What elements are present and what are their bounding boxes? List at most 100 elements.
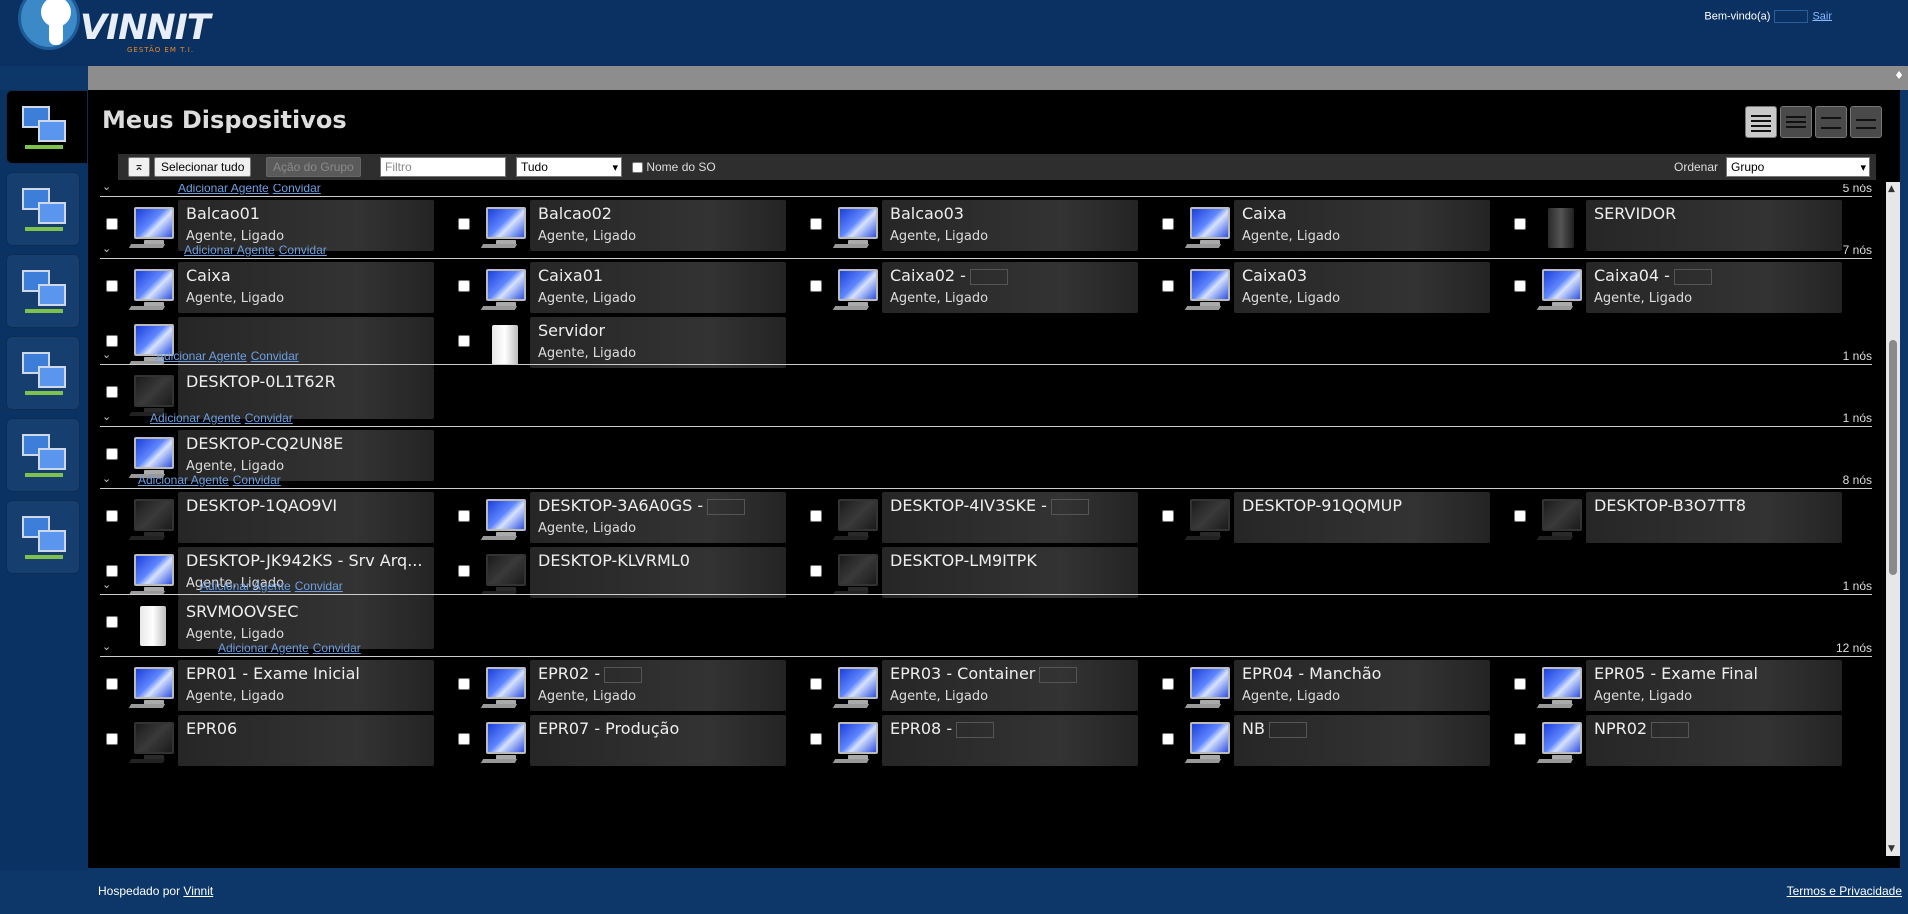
device-checkbox[interactable] [458, 510, 470, 522]
host-link[interactable]: Vinnit [183, 884, 213, 898]
type-select[interactable]: Tudo [516, 157, 622, 177]
invite-link[interactable]: Convidar [313, 641, 361, 655]
add-agent-link[interactable]: Adicionar Agente [200, 579, 291, 593]
device-name[interactable]: Servidor [538, 321, 605, 340]
device-checkbox[interactable] [458, 733, 470, 745]
chevron-down-icon[interactable]: ⌄ [102, 640, 111, 653]
device-checkbox[interactable] [810, 678, 822, 690]
device-card[interactable]: EPR04 - Manchão Agente, Ligado [1156, 660, 1496, 711]
device-card[interactable]: Caixa Agente, Ligado [100, 262, 440, 313]
device-card[interactable]: DESKTOP-91QQMUP [1156, 492, 1496, 543]
device-name[interactable]: Caixa [1242, 204, 1287, 223]
chevron-down-icon[interactable]: ⌄ [102, 472, 111, 485]
invite-link[interactable]: Convidar [295, 579, 343, 593]
sidebar-item-tasks[interactable] [6, 254, 80, 328]
add-agent-link[interactable]: Adicionar Agente [150, 411, 241, 425]
device-card[interactable]: Caixa04 - Agente, Ligado [1508, 262, 1848, 313]
sidebar-item-devices[interactable] [6, 90, 88, 164]
device-name[interactable]: EPR04 - Manchão [1242, 664, 1381, 683]
device-checkbox[interactable] [810, 510, 822, 522]
detail-list-view-icon[interactable] [1745, 106, 1777, 138]
scroll-up-icon[interactable]: ▲ [1888, 184, 1895, 194]
device-card[interactable]: DESKTOP-3A6A0GS - Agente, Ligado [452, 492, 792, 543]
device-card[interactable]: EPR03 - Container Agente, Ligado [804, 660, 1144, 711]
device-name[interactable]: EPR05 - Exame Final [1594, 664, 1758, 683]
device-name[interactable]: EPR03 - Container [890, 664, 1078, 683]
chevron-down-icon[interactable]: ⌄ [102, 410, 111, 423]
device-checkbox[interactable] [810, 280, 822, 292]
device-checkbox[interactable] [1162, 280, 1174, 292]
chevron-down-icon[interactable]: ⌄ [102, 578, 111, 591]
filter-input[interactable]: Filtro [380, 157, 506, 177]
add-agent-link[interactable]: Adicionar Agente [218, 641, 309, 655]
device-name[interactable]: DESKTOP-0L1T62R [186, 372, 336, 391]
device-checkbox[interactable] [106, 678, 118, 690]
add-agent-link[interactable]: Adicionar Agente [178, 184, 269, 195]
device-name[interactable]: DESKTOP-4IV3SKE - [890, 496, 1089, 515]
device-checkbox[interactable] [106, 280, 118, 292]
device-checkbox[interactable] [106, 448, 118, 460]
device-card[interactable]: DESKTOP-B3O7TT8 [1508, 492, 1848, 543]
device-checkbox[interactable] [458, 280, 470, 292]
os-name-option[interactable]: Nome do SO [632, 157, 716, 177]
device-name[interactable]: DESKTOP-LM9ITPK [890, 551, 1037, 570]
device-name[interactable]: Caixa02 - [890, 266, 1008, 285]
device-name[interactable]: DESKTOP-CQ2UN8E [186, 434, 343, 453]
device-checkbox[interactable] [1514, 510, 1526, 522]
device-card[interactable]: DESKTOP-4IV3SKE - [804, 492, 1144, 543]
chevron-down-icon[interactable]: ⌄ [102, 348, 111, 361]
device-name[interactable]: Caixa [186, 266, 231, 285]
sidebar-item-support[interactable] [6, 336, 80, 410]
device-checkbox[interactable] [106, 335, 118, 347]
device-checkbox[interactable] [106, 565, 118, 577]
device-name[interactable]: EPR01 - Exame Inicial [186, 664, 360, 683]
logout-link[interactable]: Sair [1812, 10, 1832, 22]
device-checkbox[interactable] [106, 510, 118, 522]
device-card[interactable]: Caixa02 - Agente, Ligado [804, 262, 1144, 313]
device-name[interactable]: NB [1242, 719, 1307, 738]
device-name[interactable]: DESKTOP-JK942KS - Srv Arq... [186, 551, 422, 570]
device-checkbox[interactable] [106, 386, 118, 398]
device-checkbox[interactable] [1514, 218, 1526, 230]
device-card[interactable]: EPR07 - Produção [452, 715, 792, 766]
add-agent-link[interactable]: Adicionar Agente [138, 473, 229, 487]
device-name[interactable]: DESKTOP-KLVRML0 [538, 551, 690, 570]
collapse-toggle-icon[interactable]: ⌅ [128, 157, 150, 177]
device-name[interactable]: EPR08 - [890, 719, 995, 738]
device-card[interactable]: Caixa01 Agente, Ligado [452, 262, 792, 313]
device-card[interactable]: NPR02 [1508, 715, 1848, 766]
order-select[interactable]: Grupo [1726, 157, 1870, 177]
pin-icon[interactable]: ♦ [1894, 69, 1904, 82]
device-checkbox[interactable] [810, 733, 822, 745]
device-name[interactable]: DESKTOP-91QQMUP [1242, 496, 1402, 515]
invite-link[interactable]: Convidar [233, 473, 281, 487]
device-checkbox[interactable] [106, 218, 118, 230]
invite-link[interactable]: Convidar [273, 184, 321, 195]
terms-link[interactable]: Termos e Privacidade [1787, 884, 1902, 898]
device-checkbox[interactable] [1514, 280, 1526, 292]
scrollbar-thumb[interactable] [1889, 340, 1897, 575]
device-checkbox[interactable] [458, 335, 470, 347]
device-checkbox[interactable] [458, 565, 470, 577]
device-name[interactable]: Balcao02 [538, 204, 612, 223]
device-name[interactable]: EPR07 - Produção [538, 719, 679, 738]
chevron-down-icon[interactable]: ⌄ [102, 184, 111, 193]
device-checkbox[interactable] [810, 218, 822, 230]
device-name[interactable]: Balcao01 [186, 204, 260, 223]
device-checkbox[interactable] [1514, 678, 1526, 690]
vinnit-logo[interactable]: VINNIT GESTÃO EM T.I. [14, 0, 214, 66]
device-name[interactable]: Caixa03 [1242, 266, 1307, 285]
device-name[interactable]: Caixa01 [538, 266, 603, 285]
invite-link[interactable]: Convidar [245, 411, 293, 425]
device-card[interactable]: DESKTOP-1QAO9VI [100, 492, 440, 543]
device-checkbox[interactable] [106, 733, 118, 745]
tile-view-icon[interactable] [1850, 106, 1882, 138]
device-card[interactable]: EPR02 - Agente, Ligado [452, 660, 792, 711]
sidebar-item-users[interactable] [6, 418, 80, 492]
device-name[interactable]: Balcao03 [890, 204, 964, 223]
os-name-checkbox[interactable] [632, 162, 643, 174]
device-card[interactable]: Caixa03 Agente, Ligado [1156, 262, 1496, 313]
device-card[interactable]: EPR01 - Exame Inicial Agente, Ligado [100, 660, 440, 711]
device-card[interactable]: EPR05 - Exame Final Agente, Ligado [1508, 660, 1848, 711]
device-name[interactable]: SERVIDOR [1594, 204, 1676, 223]
